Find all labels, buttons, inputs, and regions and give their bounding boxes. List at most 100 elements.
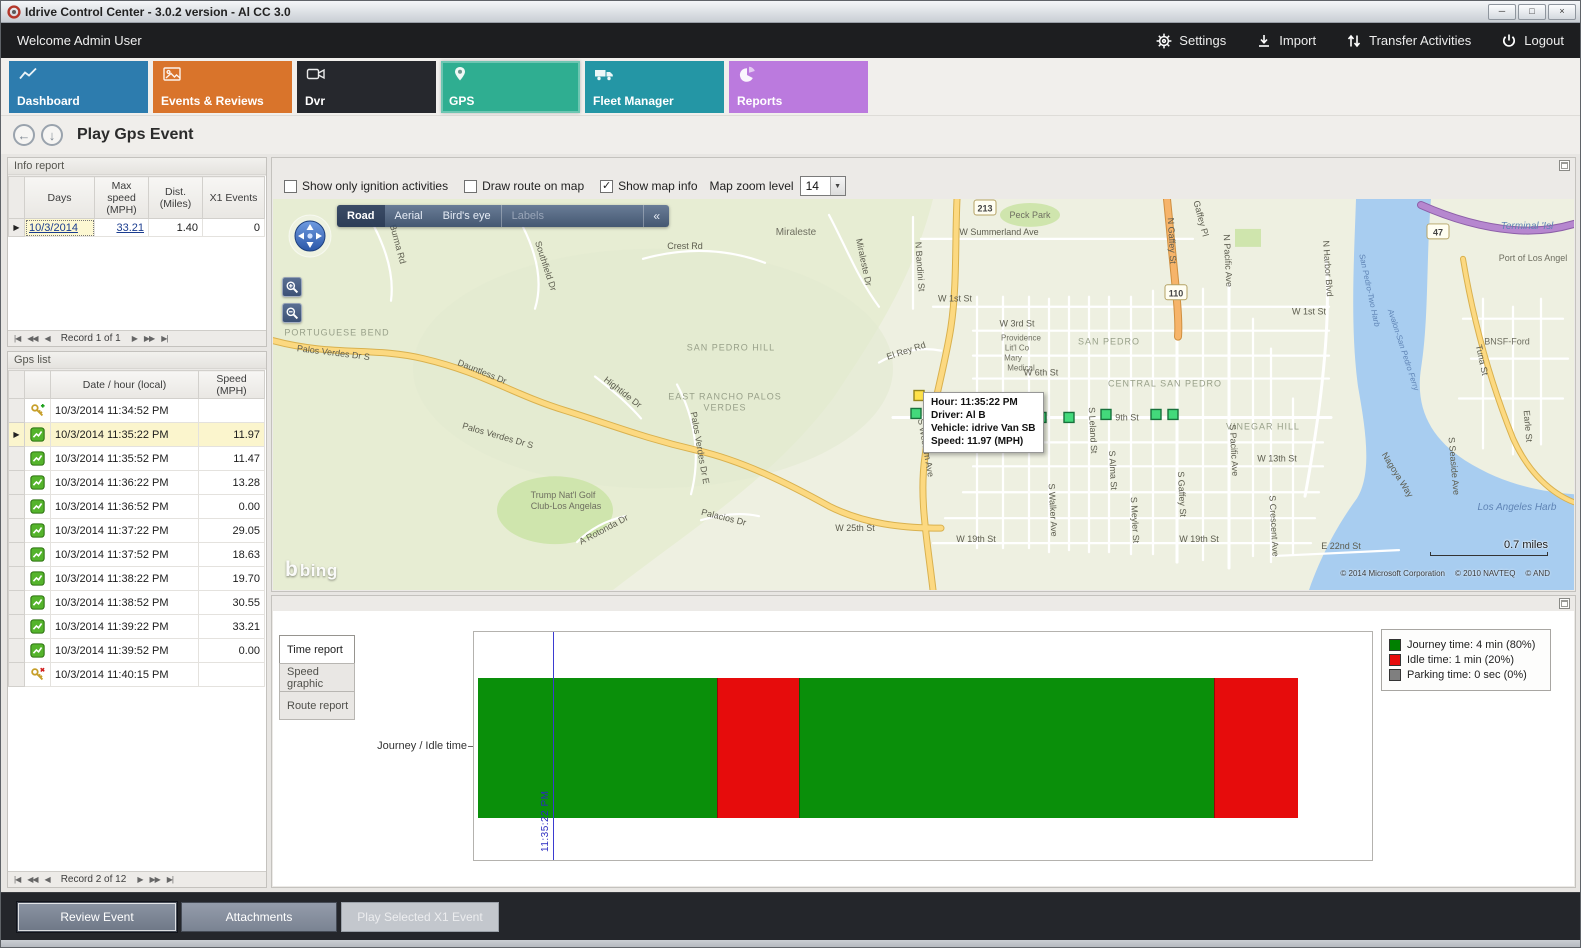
map-controls-bar: Show only ignition activities Draw route … xyxy=(272,173,1575,199)
pager-next-0[interactable]: ▶ xyxy=(132,334,137,343)
gps-row[interactable]: 10/3/2014 11:38:22 PM19.70 xyxy=(9,567,265,591)
row-indicator xyxy=(9,519,25,543)
gps-speed-cell xyxy=(199,399,265,423)
highway-shield-number: 47 xyxy=(1433,227,1443,237)
gps-row[interactable]: 10/3/2014 11:40:15 PM xyxy=(9,663,265,687)
gps-marker[interactable] xyxy=(1168,409,1178,419)
pager-next-2[interactable]: ▶| xyxy=(161,334,167,343)
review-event-button[interactable]: Review Event xyxy=(17,902,177,932)
zoom-in-button[interactable] xyxy=(282,277,302,297)
gps-marker[interactable] xyxy=(1101,409,1111,419)
tab-gps[interactable]: GPS xyxy=(441,61,580,113)
bing-logo-mark: b xyxy=(285,558,298,582)
welcome-text: Welcome Admin User xyxy=(17,33,142,48)
gps-row[interactable]: 10/3/2014 11:37:22 PM29.05 xyxy=(9,519,265,543)
import-label: Import xyxy=(1279,33,1316,48)
gps-row[interactable]: 10/3/2014 11:39:22 PM33.21 xyxy=(9,615,265,639)
pager-prev-2[interactable]: ◀ xyxy=(45,875,50,884)
map-label: EAST RANCHO PALOS xyxy=(668,391,781,401)
pager-prev-0[interactable]: |◀ xyxy=(14,875,20,884)
checkbox-box[interactable] xyxy=(284,180,297,193)
gps-marker[interactable] xyxy=(911,408,921,418)
map-modebar-collapse-button[interactable]: « xyxy=(643,205,669,227)
pie-icon xyxy=(737,66,860,82)
pager-next-0[interactable]: ▶ xyxy=(137,875,142,884)
show-map-info-checkbox[interactable]: ✓Show map info xyxy=(600,179,697,193)
chart-panel-maximize-icon[interactable] xyxy=(1559,598,1570,609)
map-panel-maximize-icon[interactable] xyxy=(1559,160,1570,171)
gps-row[interactable]: ▶10/3/2014 11:35:22 PM11.97 xyxy=(9,423,265,447)
settings-label: Settings xyxy=(1179,33,1226,48)
map-label: Mary xyxy=(1004,354,1022,363)
app-window: Idrive Control Center - 3.0.2 version - … xyxy=(0,0,1581,948)
content-area: Info report DaysMax speed (MPH)Dist. (Mi… xyxy=(1,154,1580,894)
pager-next-1[interactable]: ▶▶ xyxy=(144,334,154,343)
map-mode-aerial[interactable]: Aerial xyxy=(385,205,433,227)
pager-prev-1[interactable]: ◀◀ xyxy=(27,334,37,343)
transfer-icon xyxy=(1346,33,1362,49)
info-row[interactable]: ▶10/3/201433.211.400 xyxy=(9,219,265,237)
gps-list-body: Date / hour (local)Speed (MPH) 10/3/2014… xyxy=(8,370,266,887)
tab-reports[interactable]: Reports xyxy=(729,61,868,113)
gps-date-cell: 10/3/2014 11:37:22 PM xyxy=(51,519,199,543)
gps-marker[interactable] xyxy=(1151,409,1161,419)
checkbox-box[interactable]: ✓ xyxy=(600,180,613,193)
map-mode-bird-s-eye[interactable]: Bird's eye xyxy=(433,205,501,227)
pager-prev-1[interactable]: ◀◀ xyxy=(27,875,37,884)
gps-row[interactable]: 10/3/2014 11:36:52 PM0.00 xyxy=(9,495,265,519)
pager-prev-0[interactable]: |◀ xyxy=(14,334,20,343)
checkbox-label: Draw route on map xyxy=(482,179,584,193)
gps-row[interactable]: 10/3/2014 11:37:52 PM18.63 xyxy=(9,543,265,567)
info-days-cell[interactable]: 10/3/2014 xyxy=(25,219,95,237)
gps-date-cell: 10/3/2014 11:35:22 PM xyxy=(51,423,199,447)
draw-route-on-map-checkbox[interactable]: Draw route on map xyxy=(464,179,584,193)
back-button[interactable]: ← xyxy=(13,124,35,146)
row-indicator-header xyxy=(9,177,25,219)
pager-next-2[interactable]: ▶| xyxy=(167,875,173,884)
tab-time-report[interactable]: Time report xyxy=(279,635,355,664)
map-compass-control[interactable] xyxy=(287,213,333,259)
map-panel-strip xyxy=(272,158,1575,173)
maximize-button[interactable]: □ xyxy=(1518,4,1546,20)
collapse-button[interactable]: ↓ xyxy=(41,124,63,146)
show-only-ignition-activities-checkbox[interactable]: Show only ignition activities xyxy=(284,179,448,193)
logout-button[interactable]: Logout xyxy=(1501,33,1564,49)
zoom-out-button[interactable] xyxy=(282,303,302,323)
tab-events-reviews[interactable]: Events & Reviews xyxy=(153,61,292,113)
tab-route-report[interactable]: Route report xyxy=(279,691,355,720)
tab-dvr[interactable]: Dvr xyxy=(297,61,436,113)
checkbox-label: Show only ignition activities xyxy=(302,179,448,193)
settings-button[interactable]: Settings xyxy=(1156,33,1226,49)
minimize-button[interactable]: ─ xyxy=(1488,4,1516,20)
gps-row[interactable]: 10/3/2014 11:35:52 PM11.47 xyxy=(9,447,265,471)
gps-date-cell: 10/3/2014 11:37:52 PM xyxy=(51,543,199,567)
transfer-activities-button[interactable]: Transfer Activities xyxy=(1346,33,1471,49)
time-marker-line xyxy=(553,632,554,860)
map-attribution-item: © AND xyxy=(1525,569,1550,578)
legend-item: Journey time: 4 min (80%) xyxy=(1389,639,1543,651)
map-mode-labels[interactable]: Labels xyxy=(501,205,554,227)
map-mode-road[interactable]: Road xyxy=(337,205,385,227)
gps-point-icon xyxy=(25,567,51,591)
info-max-speed-cell[interactable]: 33.21 xyxy=(95,219,149,237)
map-label: 9th St xyxy=(1115,412,1139,422)
row-indicator xyxy=(9,615,25,639)
gps-row[interactable]: 10/3/2014 11:34:52 PM xyxy=(9,399,265,423)
import-button[interactable]: Import xyxy=(1256,33,1316,49)
tab-fleet-manager[interactable]: Fleet Manager xyxy=(585,61,724,113)
pager-prev-2[interactable]: ◀ xyxy=(45,334,50,343)
checkbox-box[interactable] xyxy=(464,180,477,193)
close-button[interactable]: × xyxy=(1548,4,1576,20)
gps-row[interactable]: 10/3/2014 11:39:52 PM0.00 xyxy=(9,639,265,663)
attachments-button[interactable]: Attachments xyxy=(181,902,337,932)
gps-row[interactable]: 10/3/2014 11:38:52 PM30.55 xyxy=(9,591,265,615)
map-zoom-level-select[interactable]: 14 ▼ xyxy=(800,176,846,196)
pager-next-1[interactable]: ▶▶ xyxy=(149,875,159,884)
row-indicator: ▶ xyxy=(9,219,25,237)
gps-marker[interactable] xyxy=(1064,412,1074,422)
row-indicator xyxy=(9,471,25,495)
tab-speed-graphic[interactable]: Speed graphic xyxy=(279,663,355,692)
gps-row[interactable]: 10/3/2014 11:36:22 PM13.28 xyxy=(9,471,265,495)
bing-map[interactable]: MiralestePeck ParkW Summerland AveCrest … xyxy=(273,199,1574,590)
tab-dashboard[interactable]: Dashboard xyxy=(9,61,148,113)
